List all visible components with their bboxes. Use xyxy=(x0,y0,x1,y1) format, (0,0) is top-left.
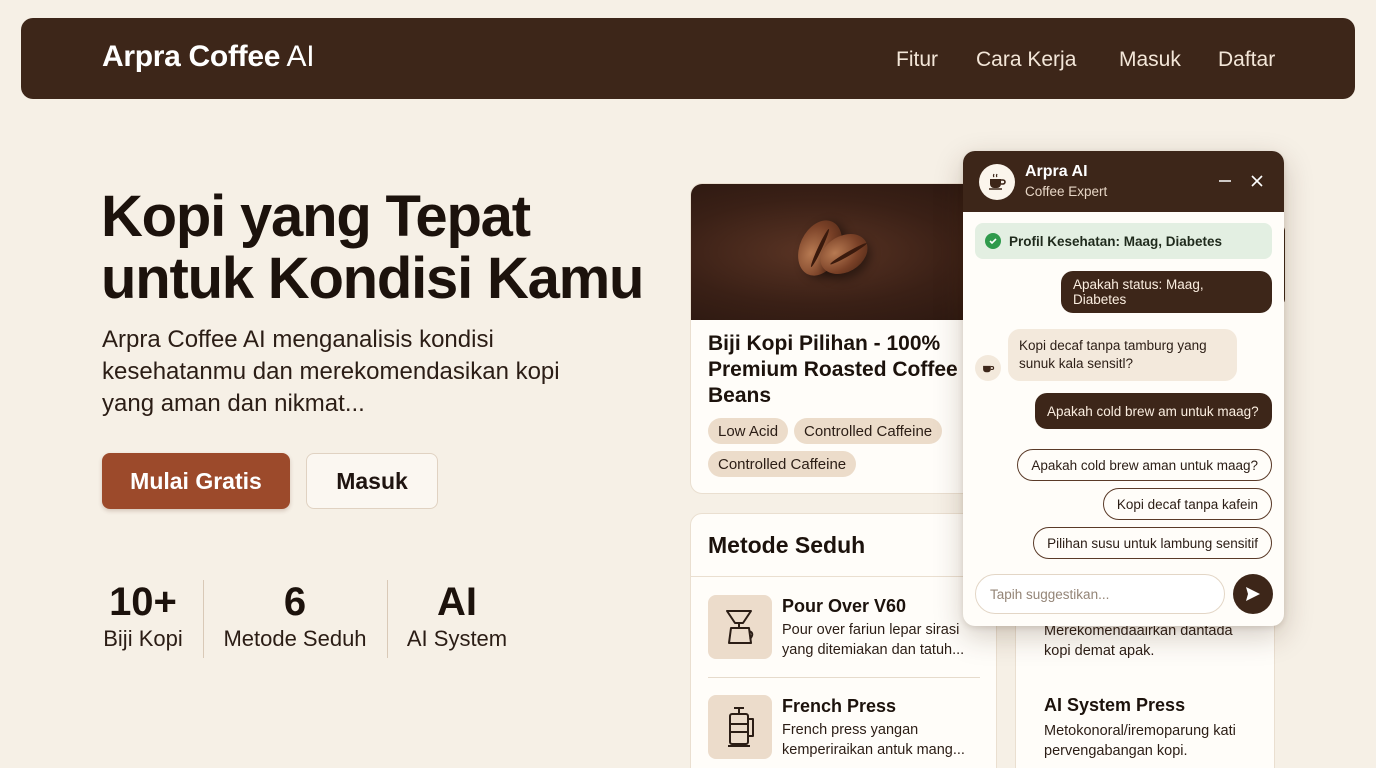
start-free-button[interactable]: Mulai Gratis xyxy=(102,453,290,509)
hero-title: Kopi yang Tepat untuk Kondisi Kamu xyxy=(101,186,661,310)
french-press-icon xyxy=(708,695,772,759)
login-button[interactable]: Masuk xyxy=(306,453,438,509)
stat-beans: 10+ Biji Kopi xyxy=(102,580,184,652)
divider xyxy=(691,576,996,577)
health-profile-banner: Profil Kesehatan: Maag, Diabetes xyxy=(975,223,1272,259)
brand-name: Arpra Coffee xyxy=(102,40,281,73)
suggestion-chip[interactable]: Pilihan susu untuk lambung sensitif xyxy=(1033,527,1272,559)
health-profile-text: Profil Kesehatan: Maag, Diabetes xyxy=(1009,233,1223,249)
bot-message: Kopi decaf tanpa tamburg yang sunuk kala… xyxy=(1008,329,1237,381)
suggestion-chip[interactable]: Apakah cold brew aman untuk maag? xyxy=(1017,449,1272,481)
stat-brew-methods: 6 Metode Seduh xyxy=(222,580,368,652)
brand-suffix: AI xyxy=(286,40,315,73)
brew-card-title: Metode Seduh xyxy=(708,532,866,558)
product-tag: Low Acid xyxy=(708,418,789,444)
hero-title-line1: Kopi yang Tepat xyxy=(101,184,531,249)
suggestion-chip[interactable]: Kopi decaf tanpa kafein xyxy=(1102,488,1272,520)
stat-label: Biji Kopi xyxy=(103,626,183,651)
hero-subtitle: Arpra Coffee AI menganalisis kondisi kes… xyxy=(102,326,560,417)
nav-link-daftar[interactable]: Daftar xyxy=(1218,48,1275,72)
pour-over-icon xyxy=(708,595,772,659)
chat-widget: Arpra AI Coffee Expert Profil Kesehatan:… xyxy=(963,151,1284,626)
chat-bot-role: Coffee Expert xyxy=(1025,184,1108,199)
stat-divider xyxy=(203,580,204,658)
card-description-line: pervengabangan kopi. xyxy=(1044,743,1188,759)
nav-link-fitur[interactable]: Fitur xyxy=(896,48,938,72)
stat-label: Metode Seduh xyxy=(223,626,367,651)
stat-value: AI xyxy=(437,580,477,624)
brew-item-desc: yang ditemiakan dan tatuh... xyxy=(782,642,965,658)
hero-title-line2: untuk Kondisi Kamu xyxy=(101,246,644,311)
card-description-line: kopi demat apak. xyxy=(1044,643,1155,659)
brew-item-name[interactable]: Pour Over V60 xyxy=(782,596,906,617)
brew-item-desc: kemperiraikan antuk mang... xyxy=(782,742,965,758)
nav-link-cara-kerja[interactable]: Cara Kerja xyxy=(976,48,1076,72)
brew-item-desc: French press yangan xyxy=(782,722,919,738)
brew-item-name[interactable]: French Press xyxy=(782,696,896,717)
card-item-name: AI System Press xyxy=(1044,695,1186,715)
chat-header: Arpra AI Coffee Expert xyxy=(963,151,1284,212)
chat-bot-name: Arpra AI xyxy=(1025,163,1088,180)
nav-link-masuk[interactable]: Masuk xyxy=(1119,48,1181,72)
stat-value: 10+ xyxy=(109,580,177,624)
product-card[interactable]: Biji Kopi Pilihan - 100% Premium Roasted… xyxy=(690,183,1000,494)
chat-message-input[interactable] xyxy=(975,574,1225,614)
coffee-beans-image xyxy=(691,184,999,320)
card-description-line: Metokonoral/iremoparung kati xyxy=(1044,723,1236,739)
stat-divider xyxy=(387,580,388,658)
divider xyxy=(708,677,980,678)
bot-avatar-icon xyxy=(975,355,1001,381)
product-tag: Controlled Caffeine xyxy=(794,418,943,444)
brew-item-desc: Pour over fariun lepar sirasi xyxy=(782,622,960,638)
coffee-cup-icon xyxy=(979,164,1015,200)
check-icon xyxy=(985,233,1001,249)
brand-logo[interactable]: Arpra Coffee AI xyxy=(102,40,315,74)
product-title: Biji Kopi Pilihan - 100% Premium Roasted… xyxy=(708,332,958,407)
send-icon xyxy=(1246,587,1260,601)
send-button[interactable] xyxy=(1233,574,1273,614)
user-message: Apakah status: Maag, Diabetes xyxy=(1061,271,1272,313)
top-navbar: Arpra Coffee AI Fitur Cara Kerja Masuk D… xyxy=(21,18,1355,99)
stat-ai: AI AI System xyxy=(404,580,510,652)
stat-value: 6 xyxy=(283,580,307,624)
close-icon[interactable] xyxy=(1247,171,1267,191)
product-tag: Controlled Caffeine xyxy=(708,451,857,477)
brew-methods-card: Metode Seduh Pour Over V60 Pour over far… xyxy=(690,513,997,768)
stat-label: AI System xyxy=(406,626,508,651)
user-message: Apakah cold brew am untuk maag? xyxy=(1035,393,1272,429)
minimize-icon[interactable] xyxy=(1215,171,1235,191)
